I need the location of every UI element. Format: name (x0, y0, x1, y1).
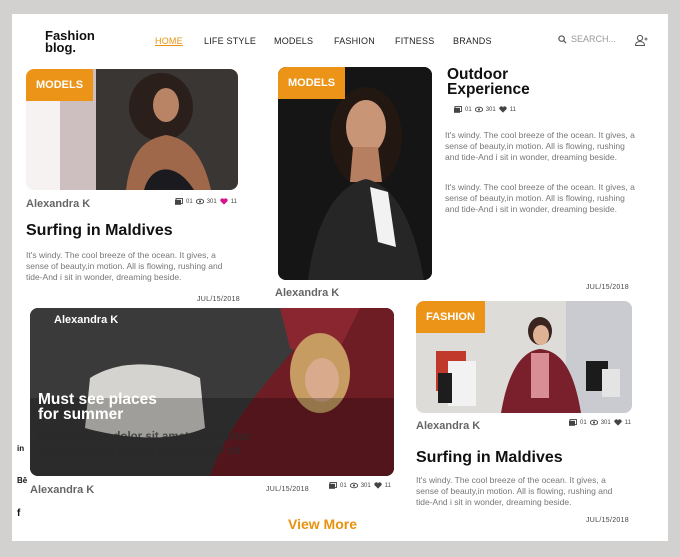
post3-date: JUL/15/2018 (266, 486, 309, 493)
photos-icon (569, 419, 577, 426)
post1-views: 301 (206, 198, 217, 205)
post2-stats: 01 301 11 (454, 106, 516, 113)
post2-title-line1: Outdoor (447, 66, 509, 83)
search-icon (558, 34, 567, 44)
post1-date: JUL/15/2018 (197, 296, 240, 303)
nav-fitness[interactable]: FITNESS (395, 36, 434, 46)
post3-lorem: Lorem ipsum dolor sit amet consetetur ad… (38, 430, 251, 458)
post3-lorem-line1: Lorem ipsum dolor sit amet consetetur (38, 431, 251, 443)
post3-stats: 01 301 11 (329, 482, 391, 489)
heart-icon[interactable] (614, 419, 622, 426)
nav-home[interactable]: HOME (155, 36, 183, 46)
eye-icon (589, 419, 598, 426)
post2-excerpt-2: It's windy. The cool breeze of the ocean… (445, 182, 635, 214)
post4-image[interactable]: FASHION (416, 301, 632, 413)
view-more-button[interactable]: View More (288, 516, 357, 532)
post3-image[interactable]: Alexandra K Must see places for summer L… (30, 308, 394, 476)
post1-excerpt: It's windy. The cool breeze of the ocean… (26, 250, 223, 282)
post1-badge[interactable]: MODELS (26, 69, 94, 101)
eye-icon (195, 198, 204, 205)
post1-stats: 01 301 11 (175, 198, 237, 205)
behance-icon[interactable]: Bē (17, 476, 27, 485)
photos-icon (329, 482, 337, 489)
post3-photos: 01 (340, 482, 347, 489)
heart-icon[interactable] (220, 198, 228, 205)
post1-title[interactable]: Surfing in Maldives (26, 222, 173, 240)
post1-author[interactable]: Alexandra K (26, 198, 90, 210)
user-icon[interactable] (634, 33, 648, 47)
post1-likes: 11 (230, 198, 237, 205)
search-placeholder: SEARCH... (571, 34, 617, 44)
post4-excerpt: It's windy. The cool breeze of the ocean… (416, 475, 613, 507)
linkedin-icon[interactable]: in (17, 444, 24, 453)
heart-icon[interactable] (499, 106, 507, 113)
post2-title[interactable]: Outdoor Experience (447, 66, 530, 98)
post2-title-line2: Experience (447, 81, 530, 98)
nav-brands[interactable]: BRANDS (453, 36, 492, 46)
post3-overlay-author[interactable]: Alexandra K (54, 314, 118, 326)
post2-views: 301 (485, 106, 496, 113)
post4-date: JUL/15/2018 (586, 517, 629, 524)
post4-views: 301 (600, 419, 611, 426)
nav-fashion[interactable]: FASHION (334, 36, 375, 46)
post2-image[interactable]: MODELS (278, 67, 432, 280)
post4-badge[interactable]: FASHION (416, 301, 485, 333)
post3-views: 301 (360, 482, 371, 489)
post2-photos: 01 (465, 106, 472, 113)
logo[interactable]: Fashion blog. (45, 29, 95, 55)
facebook-icon[interactable]: f (17, 508, 20, 519)
post2-badge[interactable]: MODELS (278, 67, 346, 99)
photos-icon (454, 106, 462, 113)
post4-likes: 11 (624, 419, 631, 426)
post4-author[interactable]: Alexandra K (416, 420, 480, 432)
post4-photos: 01 (580, 419, 587, 426)
post1-image[interactable]: MODELS (26, 69, 238, 190)
heart-icon[interactable] (374, 482, 382, 489)
post2-excerpt-1: It's windy. The cool breeze of the ocean… (445, 130, 635, 162)
post4-stats: 01 301 11 (569, 419, 631, 426)
logo-line2: blog. (45, 40, 77, 55)
photos-icon (175, 198, 183, 205)
post1-photos: 01 (186, 198, 193, 205)
post3-headline-line2: for summer (38, 406, 124, 423)
search-box[interactable]: SEARCH... (558, 34, 616, 44)
eye-icon (349, 482, 358, 489)
post3-lorem-line2: adipiscing elit nullam aliquea dam sit (38, 445, 242, 457)
nav-life-style[interactable]: LIFE STYLE (204, 36, 256, 46)
post2-date: JUL/15/2018 (586, 284, 629, 291)
eye-icon (474, 106, 483, 113)
nav-models[interactable]: MODELS (274, 36, 313, 46)
post4-title[interactable]: Surfing in Maldives (416, 449, 563, 467)
post3-likes: 11 (384, 482, 391, 489)
post3-headline[interactable]: Must see places for summer (38, 391, 157, 423)
post2-author[interactable]: Alexandra K (275, 287, 339, 299)
post2-likes: 11 (509, 106, 516, 113)
page: Fashion blog. HOME LIFE STYLE MODELS FAS… (12, 14, 668, 541)
post3-author[interactable]: Alexandra K (30, 484, 94, 496)
post3-headline-line1: Must see places (38, 391, 157, 408)
